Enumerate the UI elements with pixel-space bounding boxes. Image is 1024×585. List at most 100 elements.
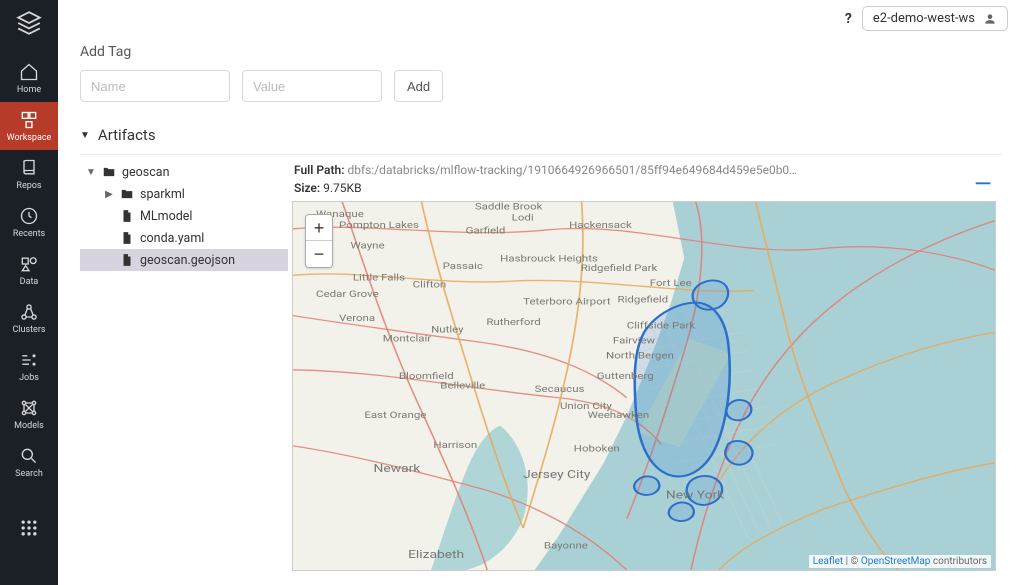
zoom-out-button[interactable]: − [306, 241, 332, 267]
map-city-label: Staten Island [604, 569, 671, 570]
map-city-label: Elizabeth [408, 548, 464, 561]
tree-file[interactable]: conda.yaml [80, 227, 288, 249]
map-city-label: Lodi [512, 212, 534, 224]
osm-link[interactable]: OpenStreetMap [861, 556, 931, 567]
map-city-label: Bayonne [544, 540, 589, 552]
file-icon [120, 253, 134, 267]
logo [16, 10, 42, 36]
map-city-label: Hackensack [569, 219, 632, 231]
tree-item-label: geoscan [122, 165, 169, 180]
addtag-title: Add Tag [80, 44, 1002, 60]
tree-item-label: sparkml [140, 187, 185, 202]
map-city-label: Passaic [443, 260, 484, 272]
tree-file-selected[interactable]: geoscan.geojson [80, 249, 288, 271]
geojson-map[interactable]: WayneWanaquePompton LakesLittle FallsCed… [292, 201, 996, 571]
map-city-label: Montclair [383, 333, 432, 345]
fullpath-value: dbfs:/databricks/mlflow-tracking/1910664… [347, 161, 797, 179]
tag-name-input[interactable] [80, 70, 230, 102]
sidebar-item-label: Recents [13, 230, 45, 239]
map-city-label: Jersey City [523, 468, 590, 481]
map-city-label: Cliffside Park [627, 320, 696, 332]
sidebar-item-clusters[interactable]: Clusters [0, 294, 58, 342]
size-label: Size: [294, 181, 320, 195]
tree-folder-root[interactable]: ▼ geoscan [80, 161, 288, 183]
map-city-label: Wayne [351, 240, 386, 252]
size-value: 9.75KB [323, 181, 361, 195]
map-city-label: Weehawken [588, 409, 650, 421]
sidebar-item-label: Search [15, 470, 43, 479]
map-city-label: Clifton [413, 279, 447, 291]
sidebar-item-label: Data [20, 278, 39, 287]
leaflet-link[interactable]: Leaflet [813, 556, 843, 567]
tag-value-input[interactable] [242, 70, 382, 102]
topbar: ? e2-demo-west-ws [845, 6, 1008, 31]
caret-right-icon: ▶ [104, 189, 114, 200]
tree-item-label: conda.yaml [140, 231, 204, 246]
map-city-label: Secaucus [535, 383, 585, 395]
add-tag-button[interactable]: Add [394, 70, 443, 102]
map-city-label: Nutley [431, 324, 464, 336]
map-canvas: WayneWanaquePompton LakesLittle FallsCed… [293, 202, 995, 570]
sidebar-item-label: Workspace [7, 134, 52, 143]
tree-item-label: MLmodel [140, 209, 192, 224]
map-city-label: Belleville [440, 379, 485, 391]
sidebar-item-apps[interactable] [0, 504, 58, 552]
sidebar-item-label: Jobs [19, 374, 39, 383]
map-city-label: Fort Lee [650, 277, 692, 289]
map-city-label: Verona [339, 312, 375, 324]
artifacts-collapse-caret[interactable]: ▼ [80, 130, 90, 141]
sidebar-item-label: Models [14, 422, 44, 431]
file-icon [120, 209, 134, 223]
map-city-label: Newark [374, 462, 421, 475]
map-city-label: Rutherford [486, 316, 541, 328]
sidebar-item-jobs[interactable]: Jobs [0, 342, 58, 390]
user-icon [983, 12, 997, 26]
zoom-in-button[interactable]: + [306, 215, 332, 241]
sidebar: Home Workspace Repos Recents Data Cluste… [0, 0, 58, 585]
map-city-label: Garfield [466, 225, 506, 237]
tree-folder[interactable]: ▶ sparkml [80, 183, 288, 205]
addtag-row: Add [80, 70, 1002, 102]
folder-icon [120, 187, 134, 201]
map-city-label: New York [666, 488, 725, 501]
download-icon [972, 165, 994, 187]
file-icon [120, 231, 134, 245]
sidebar-item-repos[interactable]: Repos [0, 150, 58, 198]
map-city-label: Cedar Grove [316, 288, 379, 300]
map-city-label: Saddle Brook [475, 202, 543, 212]
tree-item-label: geoscan.geojson [140, 253, 235, 268]
tree-file[interactable]: MLmodel [80, 205, 288, 227]
fullpath-label: Full Path: [294, 163, 344, 177]
workspace-selector[interactable]: e2-demo-west-ws [862, 6, 1008, 31]
map-city-label: Pompton Lakes [339, 219, 419, 231]
download-button[interactable] [972, 165, 994, 191]
sidebar-item-recents[interactable]: Recents [0, 198, 58, 246]
map-city-label: Harrison [433, 439, 477, 451]
artifact-tree: ▼ geoscan ▶ sparkml MLmodel [80, 155, 288, 577]
sidebar-item-label: Clusters [12, 326, 45, 335]
artifact-viewer: Full Path: dbfs:/databricks/mlflow-track… [288, 155, 1002, 577]
map-city-label: Little Falls [353, 271, 405, 283]
sidebar-item-label: Home [17, 86, 41, 95]
sidebar-item-workspace[interactable]: Workspace [0, 102, 58, 150]
map-city-label: Guttenberg [597, 370, 654, 382]
sidebar-item-models[interactable]: Models [0, 390, 58, 438]
sidebar-item-search[interactable]: Search [0, 438, 58, 486]
caret-down-icon: ▼ [86, 167, 96, 178]
artifacts-title: Artifacts [98, 126, 156, 144]
map-city-label: Ridgefield [618, 294, 669, 306]
artifacts-header: ▼ Artifacts [80, 126, 1002, 144]
help-icon[interactable]: ? [845, 11, 852, 27]
artifact-meta: Full Path: dbfs:/databricks/mlflow-track… [294, 161, 962, 197]
map-city-label: Teterboro Airport [523, 296, 611, 308]
map-city-label: North Bergen [606, 350, 674, 362]
map-attribution: Leaflet | © OpenStreetMap contributors [809, 555, 991, 568]
workspace-name: e2-demo-west-ws [873, 11, 975, 26]
map-zoom-controls: + − [305, 214, 333, 268]
folder-icon [102, 165, 116, 179]
sidebar-item-label: Repos [16, 182, 41, 191]
map-city-label: Hoboken [574, 443, 620, 455]
sidebar-item-home[interactable]: Home [0, 54, 58, 102]
map-city-label: Fairview [613, 335, 655, 347]
sidebar-item-data[interactable]: Data [0, 246, 58, 294]
